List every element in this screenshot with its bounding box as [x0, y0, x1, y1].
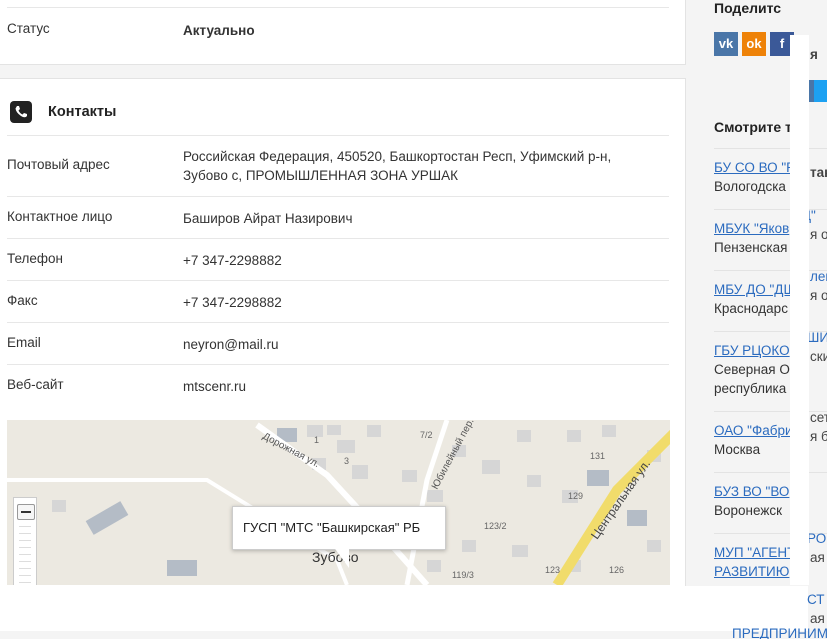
- map-house-number: 129: [568, 491, 583, 501]
- contact-value: mtscenr.ru: [183, 379, 247, 394]
- vk-icon: vk: [718, 36, 734, 51]
- contact-label: Веб-сайт: [7, 377, 64, 392]
- related-link[interactable]: ГБУ РЦОКО: [714, 343, 790, 358]
- contact-label: Почтовый адрес: [7, 157, 110, 172]
- related-link[interactable]: БУ СО ВО "Р: [714, 160, 795, 175]
- background-text: сет: [810, 410, 827, 425]
- contact-label: Телефон: [7, 251, 64, 266]
- map-zoom-control[interactable]: [13, 497, 37, 585]
- contact-label: Email: [7, 335, 41, 350]
- map-house-number: 119/3: [452, 570, 474, 580]
- map-house-number: 123: [545, 565, 560, 575]
- page-footer-area: [0, 586, 808, 631]
- related-link-line2[interactable]: РАЗВИТИЮ: [714, 564, 789, 579]
- contact-value: +7 347-2298882: [183, 253, 282, 268]
- background-text: так: [810, 165, 827, 180]
- background-text: ШИ: [807, 330, 827, 345]
- related-region: Москва: [714, 442, 761, 457]
- map-house-number: 126: [609, 565, 624, 575]
- map-house-number: 3: [344, 456, 349, 466]
- contact-row-website: Веб-сайт mtscenr.ru: [7, 364, 669, 407]
- contact-value: Баширов Айрат Назирович: [183, 211, 353, 226]
- map-house-number: 7/2: [420, 430, 433, 440]
- related-region: Северная О: [714, 362, 790, 377]
- related-region: Вологодска: [714, 179, 786, 194]
- background-text: ая о: [810, 611, 827, 626]
- see-also-title: Смотрите т: [714, 119, 792, 135]
- map-house-number: 123/2: [484, 521, 507, 531]
- contact-value-line2: Зубово с, ПРОМЫШЛЕННАЯ ЗОНА УРШАК: [183, 168, 459, 183]
- status-label: Статус: [7, 21, 50, 36]
- contact-value: neyron@mail.ru: [183, 337, 279, 352]
- background-text: я: [810, 47, 818, 62]
- background-text: я о: [810, 227, 827, 242]
- contact-value: Российская Федерация, 450520, Башкортост…: [183, 149, 612, 164]
- background-text: лен: [810, 269, 827, 284]
- background-text: РОР: [807, 531, 827, 546]
- contact-label: Факс: [7, 293, 38, 308]
- map-balloon: ГУСП "МТС "Башкирская" РБ: [232, 506, 446, 550]
- share-title: Поделитс: [714, 0, 782, 16]
- related-region-line2: республика: [714, 381, 787, 396]
- ok-share-button[interactable]: ok: [742, 32, 766, 56]
- status-row: Статус Актуально: [7, 7, 669, 64]
- background-text: я об: [810, 288, 827, 303]
- divider: [714, 148, 827, 149]
- related-region: Краснодарс: [714, 301, 788, 316]
- contact-row-address: Почтовый адрес Российская Федерация, 450…: [7, 135, 669, 197]
- status-card: Статус Актуально: [0, 0, 686, 65]
- background-text: я ба: [810, 429, 827, 444]
- map-house-number: 131: [590, 451, 605, 461]
- background-text: ски: [810, 349, 827, 364]
- facebook-icon: f: [779, 36, 785, 51]
- related-link[interactable]: ОАО "Фабри: [714, 423, 793, 438]
- vk-share-button[interactable]: vk: [714, 32, 738, 56]
- map-house-number: 1: [314, 435, 319, 445]
- status-value: Актуально: [183, 23, 255, 38]
- background-text: ПРЕДПРИНИМ: [732, 626, 827, 639]
- zoom-out-button[interactable]: [17, 504, 35, 520]
- contact-label: Контактное лицо: [7, 209, 113, 224]
- related-link[interactable]: МБУ ДО "ДШ: [714, 282, 796, 297]
- related-link[interactable]: МБУК "Яков: [714, 221, 789, 236]
- background-text: СТ: [807, 592, 825, 607]
- minus-icon: [21, 511, 31, 513]
- popup-edge: [790, 35, 809, 585]
- contact-value: +7 347-2298882: [183, 295, 282, 310]
- contact-row-fax: Факс +7 347-2298882: [7, 280, 669, 323]
- contact-row-phone: Телефон +7 347-2298882: [7, 238, 669, 281]
- phone-icon: [10, 101, 32, 123]
- map[interactable]: Дорожная ул. Юбилейный пер. Центральная …: [7, 420, 670, 585]
- related-region: Пензенская: [714, 240, 788, 255]
- contact-row-email: Email neyron@mail.ru: [7, 322, 669, 365]
- contacts-card: Контакты Почтовый адрес Российская Федер…: [0, 78, 686, 600]
- contacts-title: Контакты: [48, 104, 117, 120]
- related-link[interactable]: МУП "АГЕНТ: [714, 545, 795, 560]
- related-region: Воронежск: [714, 503, 783, 518]
- ok-icon: ok: [746, 36, 762, 51]
- background-twitter-icon: [814, 80, 827, 102]
- zoom-slider[interactable]: [19, 526, 31, 585]
- contact-row-person: Контактное лицо Баширов Айрат Назирович: [7, 196, 669, 239]
- related-link[interactable]: БУЗ ВО "ВО: [714, 484, 789, 499]
- divider: [714, 472, 827, 473]
- background-text: ая о: [810, 550, 827, 565]
